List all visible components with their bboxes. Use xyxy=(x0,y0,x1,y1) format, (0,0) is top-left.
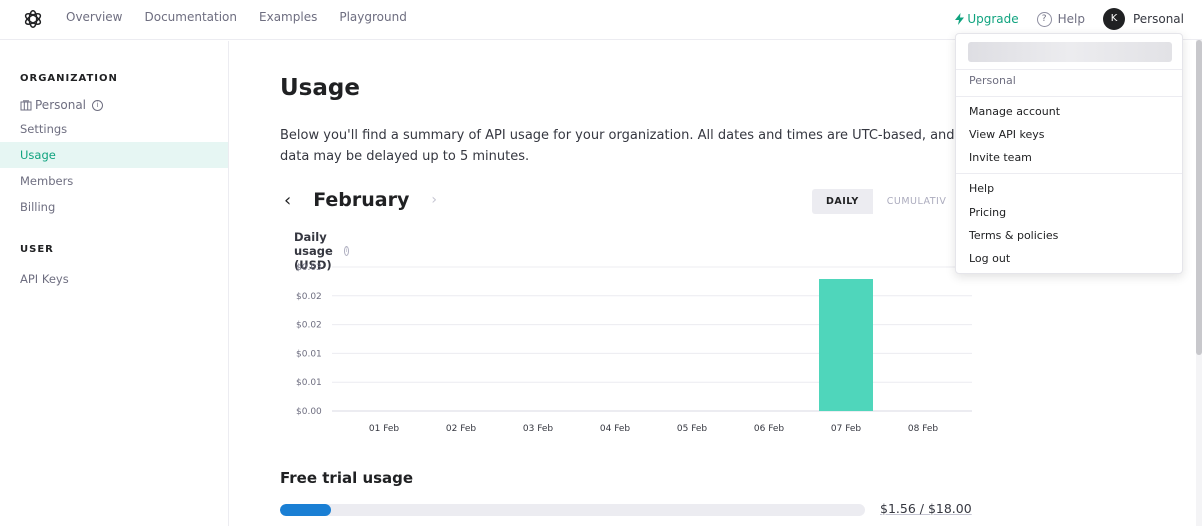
divider xyxy=(956,69,1182,70)
sidebar: ORGANIZATION Personal i Settings Usage M… xyxy=(0,41,229,526)
avatar: K xyxy=(1102,8,1125,30)
page-title: Usage xyxy=(280,75,360,101)
menu-item-terms-policies[interactable]: Terms & policies xyxy=(969,229,1058,242)
free-trial-progress-fill xyxy=(280,504,331,516)
menu-item-help[interactable]: Help xyxy=(969,182,994,195)
divider xyxy=(956,173,1182,174)
menu-item-invite-team[interactable]: Invite team xyxy=(969,151,1032,164)
page-description: Below you'll find a summary of API usage… xyxy=(280,128,955,164)
y-tick-label: $0.01 xyxy=(296,378,322,388)
x-tick-label: 04 Feb xyxy=(600,424,631,434)
main-nav: Overview Documentation Examples Playgrou… xyxy=(66,10,429,24)
previous-month-button[interactable]: ‹ xyxy=(284,190,291,211)
view-toggle: DAILY CUMULATIV xyxy=(812,189,960,214)
daily-toggle-button[interactable]: DAILY xyxy=(812,189,873,214)
free-trial-title: Free trial usage xyxy=(280,469,414,487)
org-selector[interactable]: Personal i xyxy=(20,98,104,112)
sidebar-heading-organization: ORGANIZATION xyxy=(20,73,118,84)
help-link[interactable]: ? Help xyxy=(1036,11,1085,27)
x-tick-label: 06 Feb xyxy=(754,424,785,434)
top-right-actions: Upgrade ? Help K Personal xyxy=(955,6,1184,32)
nav-link-documentation[interactable]: Documentation xyxy=(145,10,238,24)
help-label: Help xyxy=(1057,12,1085,26)
sidebar-heading-user: USER xyxy=(20,244,54,255)
free-trial-progress-bar xyxy=(280,504,865,516)
x-tick-label: 05 Feb xyxy=(677,424,708,434)
upgrade-link[interactable]: Upgrade xyxy=(955,12,1019,26)
redacted-email xyxy=(968,42,1172,62)
x-tick-label: 03 Feb xyxy=(523,424,554,434)
scrollbar-thumb[interactable] xyxy=(1196,40,1202,355)
openai-logo-icon[interactable] xyxy=(22,8,44,30)
menu-item-view-api-keys[interactable]: View API keys xyxy=(969,128,1045,141)
divider xyxy=(956,96,1182,97)
building-icon xyxy=(20,99,32,110)
menu-item-pricing[interactable]: Pricing xyxy=(969,206,1006,219)
sidebar-item-members[interactable]: Members xyxy=(0,168,228,194)
month-navigator: ‹ February › xyxy=(280,189,437,211)
cumulative-toggle-button[interactable]: CUMULATIV xyxy=(873,189,961,214)
menu-item-personal[interactable]: Personal xyxy=(969,74,1016,87)
lightning-icon xyxy=(955,13,965,25)
nav-link-playground[interactable]: Playground xyxy=(339,10,406,24)
y-tick-label: $0.03 xyxy=(296,263,322,273)
upgrade-label: Upgrade xyxy=(967,12,1019,26)
sidebar-item-usage[interactable]: Usage xyxy=(0,142,228,168)
account-dropdown-menu: Personal Manage account View API keys In… xyxy=(955,33,1183,274)
account-menu-button[interactable]: K Personal xyxy=(1102,8,1184,30)
y-tick-label: $0.01 xyxy=(296,349,322,359)
y-tick-label: $0.02 xyxy=(296,321,322,331)
nav-link-overview[interactable]: Overview xyxy=(66,10,123,24)
month-label: February xyxy=(313,189,410,211)
x-tick-label: 08 Feb xyxy=(908,424,939,434)
sidebar-item-billing[interactable]: Billing xyxy=(0,194,228,220)
sidebar-item-api-keys[interactable]: API Keys xyxy=(0,266,228,292)
x-tick-label: 07 Feb xyxy=(831,424,862,434)
bar[interactable] xyxy=(819,279,873,411)
menu-item-manage-account[interactable]: Manage account xyxy=(969,105,1060,118)
x-tick-label: 02 Feb xyxy=(446,424,477,434)
account-label: Personal xyxy=(1132,12,1184,26)
free-trial-amount[interactable]: $1.56 / $18.00 xyxy=(880,501,972,516)
sidebar-item-settings[interactable]: Settings xyxy=(0,116,228,142)
org-name: Personal xyxy=(35,98,87,112)
nav-link-examples[interactable]: Examples xyxy=(259,10,317,24)
y-tick-label: $0.02 xyxy=(296,292,322,302)
info-icon: i xyxy=(92,99,104,111)
menu-item-log-out[interactable]: Log out xyxy=(969,252,1010,265)
next-month-button[interactable]: › xyxy=(431,192,437,208)
daily-usage-chart: $0.00 $0.01 $0.01 $0.02 $0.02 $0.03 01 Feb 02 F… xyxy=(296,263,972,434)
y-tick-label: $0.00 xyxy=(296,407,322,417)
x-tick-label: 01 Feb xyxy=(369,424,400,434)
question-circle-icon: ? xyxy=(1036,11,1052,27)
